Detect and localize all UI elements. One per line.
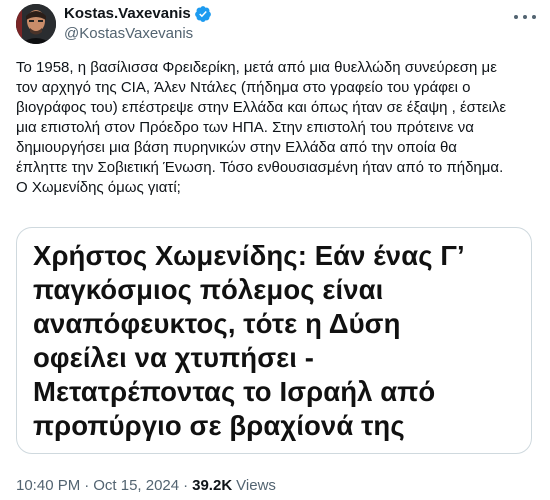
tweet-date[interactable]: Oct 15, 2024 — [93, 476, 179, 496]
tweet: Kostas.Vaxevanis @KostasVaxevanis Το 195… — [0, 0, 550, 500]
author-display-name[interactable]: Kostas.Vaxevanis — [64, 4, 191, 24]
views-label: Views — [236, 477, 276, 494]
more-options-icon[interactable] — [514, 10, 536, 24]
author-name-row: Kostas.Vaxevanis — [64, 4, 212, 24]
tweet-time[interactable]: 10:40 PM — [16, 476, 80, 496]
avatar[interactable] — [16, 4, 56, 44]
meta-separator-2: · — [183, 477, 189, 494]
views-count[interactable]: 39.2K — [192, 476, 232, 496]
tweet-text: Το 1958, η βασίλισσα Φρειδερίκη, μετά απ… — [16, 59, 507, 196]
meta-separator: · — [84, 477, 90, 494]
tweet-meta: 10:40 PM · Oct 15, 2024 · 39.2K Views — [16, 476, 276, 496]
link-card[interactable]: Χρήστος Χωμενίδης: Εάν ένας Γ’ παγκόσμιο… — [16, 227, 532, 454]
verified-badge-icon — [194, 5, 212, 23]
author-handle[interactable]: @KostasVaxevanis — [64, 24, 193, 44]
card-headline: Χρήστος Χωμενίδης: Εάν ένας Γ’ παγκόσμιο… — [33, 240, 465, 441]
